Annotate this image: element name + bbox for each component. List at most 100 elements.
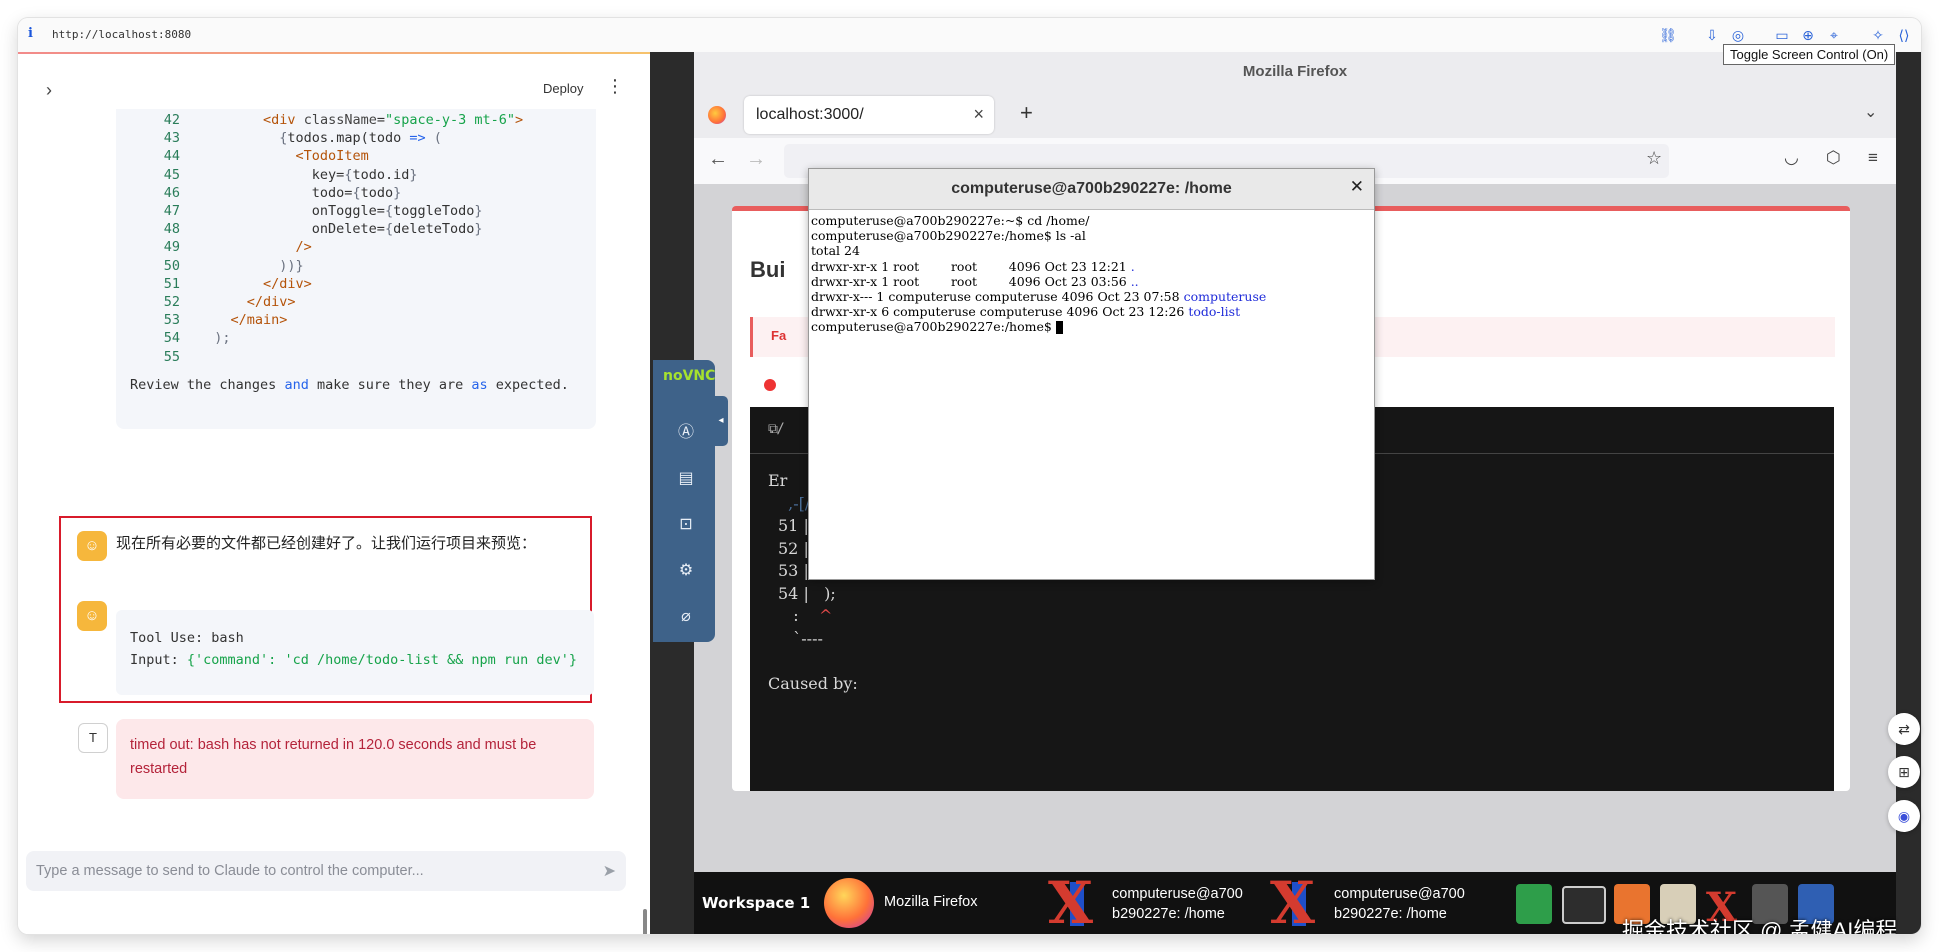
taskbar-label-line: b290227e: /home <box>1112 906 1225 922</box>
xterm-line: computeruse@a700b290227e:~$ cd /home/ <box>811 213 1090 228</box>
browser-url-bar: i http://localhost:8080 ⛓ ⇩ ◎ ▭ ⊕ ⌖ ✧ ⟨⟩ <box>18 18 1921 53</box>
code-line: 55 <box>163 348 180 365</box>
firefox-title: Mozilla Firefox <box>694 52 1896 92</box>
info-icon[interactable]: i <box>28 26 33 41</box>
globe-icon[interactable]: ⊕ <box>1797 24 1819 46</box>
taskbar-label-line: b290227e: /home <box>1334 906 1447 922</box>
download-icon[interactable]: ⇩ <box>1701 24 1723 46</box>
code-line: 52 </div> <box>163 294 296 310</box>
terminal-line: Caused by: <box>768 673 858 693</box>
code-line: 42 <div className="space-y-3 mt-6"> <box>163 112 524 128</box>
tab-title: localhost:3000/ <box>756 106 864 123</box>
taskbar-label-line: computeruse@a700 <box>1112 886 1243 902</box>
link-icon[interactable]: ⛓ <box>1657 24 1679 46</box>
xterm-line: drwxr-x--- 1 computeruse computeruse 409… <box>811 289 1267 305</box>
workspace-label[interactable]: Workspace 1 <box>702 894 810 912</box>
xterm-line: total 24 <box>811 243 860 259</box>
code-block: 42 <div className="space-y-3 mt-6"> 43 {t… <box>116 109 596 429</box>
new-tab-icon[interactable]: + <box>1020 100 1033 126</box>
camera-icon[interactable]: ◎ <box>1727 24 1749 46</box>
directory-name: . <box>1130 258 1135 274</box>
browser-tab[interactable]: localhost:3000/ × <box>744 96 994 134</box>
back-icon[interactable]: ← <box>708 148 728 171</box>
firefox-taskbar-icon[interactable] <box>824 878 874 928</box>
grid-icon[interactable]: ⊞ <box>1888 756 1920 788</box>
code-line: 53 </main> <box>163 312 288 329</box>
code-line: 43 {todos.map(todo => ( <box>163 130 442 147</box>
code-line: 51 </div> <box>163 275 312 292</box>
extensions-icon[interactable]: ⬡ <box>1826 148 1841 168</box>
code-line: 44 <TodoItem <box>163 148 369 165</box>
toolbar-icons: ⛓ ⇩ ◎ ▭ ⊕ ⌖ ✧ ⟨⟩ <box>1657 24 1915 46</box>
firefox-taskbar-label[interactable]: Mozilla Firefox <box>884 892 977 912</box>
error-dot-icon <box>764 379 776 391</box>
disconnect-icon[interactable]: ⌀ <box>670 602 702 632</box>
chat-panel: › Deploy ⋮ 42 <div className="space-y-3 … <box>18 54 650 934</box>
xterm-line: drwxr-xr-x 1 root root 4096 Oct 23 12:21… <box>811 258 1135 274</box>
terminal-taskbar-label[interactable]: computeruse@a700 b290227e: /home <box>1334 884 1465 924</box>
deploy-button[interactable]: Deploy <box>543 81 583 96</box>
xterm-taskbar-icon[interactable]: X <box>1270 874 1330 932</box>
hamburger-menu-icon[interactable]: ≡ <box>1868 148 1878 168</box>
page-title: Bui <box>750 257 786 282</box>
terminal-icon[interactable] <box>1562 886 1606 924</box>
crosshair-icon[interactable]: ⌖ <box>1823 24 1845 46</box>
chevron-right-icon[interactable]: › <box>46 80 52 101</box>
firefox-logo-icon <box>708 106 726 124</box>
review-text: Review the changes and make sure they ar… <box>130 377 569 393</box>
terminal-line: Er <box>768 471 788 490</box>
novnc-collapse-handle[interactable]: ◂ <box>714 396 728 446</box>
tab-bar: localhost:3000/ × + ⌄ <box>694 92 1896 138</box>
directory-name: computeruse <box>1183 289 1267 305</box>
tool-use-line: Tool Use: bash <box>130 630 244 646</box>
spreadsheet-icon[interactable] <box>1516 884 1552 924</box>
novnc-logo: noVNC <box>663 368 716 384</box>
close-tab-icon[interactable]: × <box>973 104 984 125</box>
pocket-icon[interactable]: ◡ <box>1784 148 1799 168</box>
chat-input[interactable] <box>26 851 606 891</box>
assistant-icon[interactable]: ◉ <box>1888 800 1920 832</box>
directory-name: .. <box>1130 273 1139 289</box>
terminal-line: : ^ <box>778 606 833 625</box>
keyboard-icon[interactable]: Ⓐ <box>670 418 702 448</box>
more-menu-icon[interactable]: ⋮ <box>606 76 624 97</box>
code-icon[interactable]: ⟨⟩ <box>1893 24 1915 46</box>
terminal-taskbar-label[interactable]: computeruse@a700 b290227e: /home <box>1112 884 1243 924</box>
address-text[interactable]: http://localhost:8080 <box>52 28 191 41</box>
terminal-line: `---- <box>778 628 823 648</box>
bookmark-star-icon[interactable]: ☆ <box>1646 148 1662 169</box>
watermark: 掘金技术社区 @ 孟健AI编程 <box>1622 918 1898 934</box>
xterm-output[interactable]: computeruse@a700b290227e:~$ cd /home/com… <box>811 213 1371 335</box>
chat-input-container: ➤ <box>26 851 626 891</box>
tab-icon[interactable]: ▭ <box>1771 24 1793 46</box>
novnc-sidebar <box>653 360 715 642</box>
send-icon[interactable]: ➤ <box>603 861 616 881</box>
bot-avatar-icon: ☺ <box>77 601 107 631</box>
code-line: 54 ); <box>163 330 231 347</box>
code-line: 45 key={todo.id} <box>163 166 418 183</box>
code-line: 48 onDelete={deleteTodo} <box>163 221 483 238</box>
code-line: 49 /> <box>163 239 312 256</box>
panel-resize-handle[interactable] <box>643 909 647 934</box>
xterm-line: computeruse@a700b290227e:/home$ ls -al <box>811 228 1086 244</box>
app-window: i http://localhost:8080 ⛓ ⇩ ◎ ▭ ⊕ ⌖ ✧ ⟨⟩… <box>18 18 1921 934</box>
terminal-line: 54 | ); <box>778 583 836 603</box>
error-strip-text: Fa <box>771 328 787 343</box>
clipboard-icon[interactable]: ▤ <box>670 464 702 494</box>
translate-icon[interactable]: ⇄ <box>1888 713 1920 745</box>
close-icon[interactable]: ✕ <box>1350 177 1364 197</box>
sparkle-icon[interactable]: ✧ <box>1867 24 1889 46</box>
bot-avatar-icon: ☺ <box>77 531 107 561</box>
fullscreen-icon[interactable]: ⊡ <box>670 510 702 540</box>
error-message-box: timed out: bash has not returned in 120.… <box>116 719 594 799</box>
assistant-message: 现在所有必要的文件都已经创建好了。让我们运行项目来预览： <box>116 535 537 552</box>
tool-input-prefix: Input: <box>130 652 187 668</box>
tool-input-line: Input: {'command': 'cd /home/todo-list &… <box>130 652 577 668</box>
chevron-down-icon[interactable]: ⌄ <box>1864 102 1877 122</box>
forward-icon[interactable]: → <box>746 148 766 171</box>
tool-use-block: Tool Use: bash Input: {'command': 'cd /h… <box>116 610 594 695</box>
toggle-screen-control-button[interactable]: Toggle Screen Control (On) <box>1723 44 1896 65</box>
xterm-taskbar-icon[interactable]: X <box>1048 874 1108 932</box>
settings-gear-icon[interactable]: ⚙ <box>670 556 702 586</box>
code-line: 47 onToggle={toggleTodo} <box>163 203 483 219</box>
